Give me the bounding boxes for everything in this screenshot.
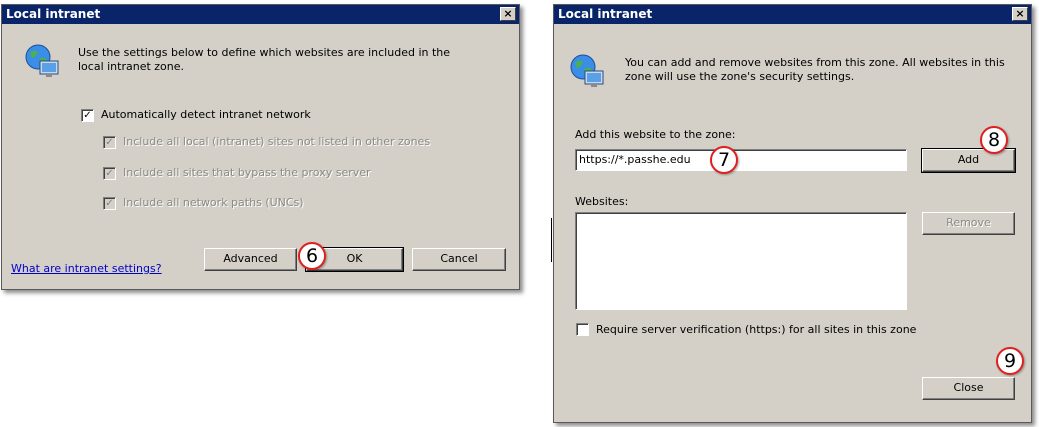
dialog-titlebar: Local intranet × (554, 5, 1031, 24)
local-sites-label: Include all local (intranet) sites not l… (123, 135, 431, 148)
step-9-marker: 9 (996, 347, 1024, 375)
require-https-label: Require server verification (https:) for… (596, 323, 917, 336)
dialog-titlebar: Local intranet × (2, 5, 519, 24)
step-7-marker: 7 (710, 146, 738, 174)
zone-description: You can add and remove websites from thi… (625, 56, 1005, 83)
close-button[interactable]: Close (922, 377, 1015, 400)
close-icon[interactable]: × (1012, 7, 1028, 21)
require-https-checkbox[interactable] (576, 323, 589, 336)
network-paths-label: Include all network paths (UNCs) (123, 196, 304, 209)
bypass-proxy-checkbox[interactable]: ✓ (103, 167, 116, 180)
globe-computer-icon (570, 54, 604, 87)
website-input[interactable]: https://*.passhe.edu (575, 149, 907, 171)
dialog-title: Local intranet (6, 7, 101, 21)
step-6-marker: 6 (298, 242, 326, 270)
separator-line (551, 218, 552, 262)
intranet-settings-dialog: Local intranet × Use the settings below … (1, 4, 520, 290)
bypass-proxy-label: Include all sites that bypass the proxy … (123, 166, 371, 179)
add-websites-dialog: Local intranet × You can add and remove … (553, 4, 1032, 423)
local-sites-checkbox[interactable]: ✓ (103, 136, 116, 149)
websites-list[interactable] (575, 212, 907, 310)
step-8-marker: 8 (980, 126, 1008, 154)
network-paths-checkbox[interactable]: ✓ (103, 197, 116, 210)
add-website-label: Add this website to the zone: (575, 128, 736, 141)
auto-detect-label: Automatically detect intranet network (101, 108, 311, 121)
dialog-title: Local intranet (558, 7, 653, 21)
intranet-settings-help-link[interactable]: What are intranet settings? (11, 262, 162, 275)
websites-label: Websites: (575, 195, 629, 208)
add-button[interactable]: Add (921, 148, 1016, 173)
globe-computer-icon (25, 44, 59, 77)
cancel-button[interactable]: Cancel (412, 248, 506, 271)
zone-description: Use the settings below to define which w… (78, 46, 451, 73)
advanced-button[interactable]: Advanced (204, 248, 297, 271)
close-icon[interactable]: × (500, 7, 516, 21)
remove-button[interactable]: Remove (922, 212, 1015, 235)
auto-detect-checkbox[interactable]: ✓ (81, 109, 94, 122)
